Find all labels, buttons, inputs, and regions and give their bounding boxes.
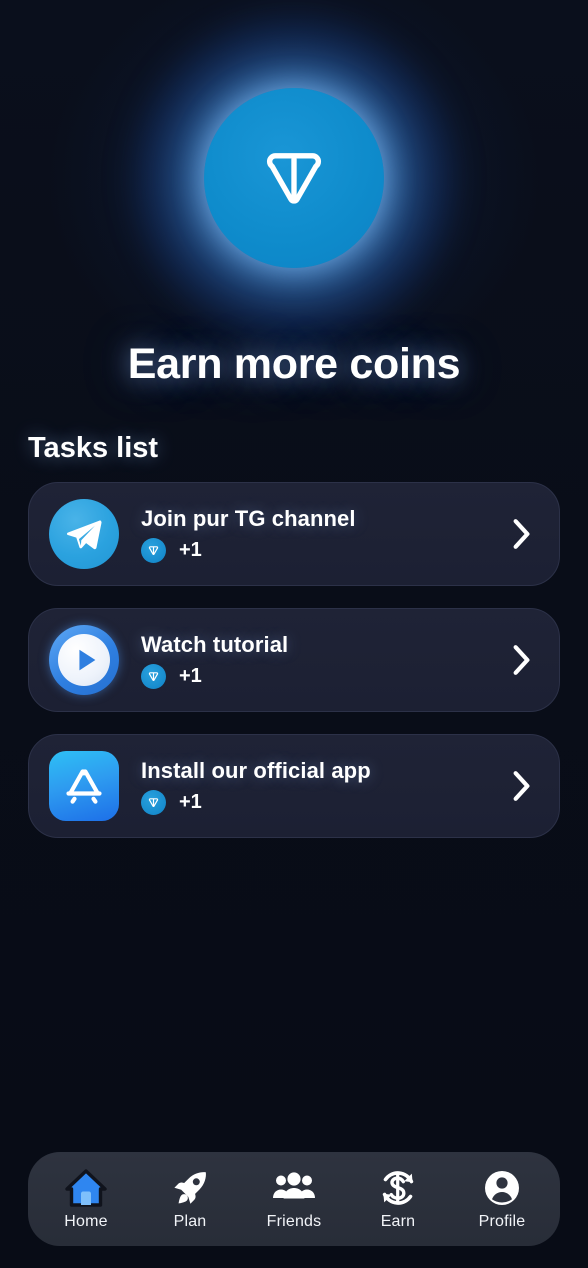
app-store-icon (49, 751, 119, 821)
task-reward: +1 (141, 663, 501, 689)
currency-refresh-icon (378, 1167, 418, 1209)
task-body: Install our official app +1 (119, 758, 501, 815)
task-title: Install our official app (141, 757, 371, 783)
task-icon-wrapper (49, 499, 119, 569)
task-icon-wrapper (49, 751, 119, 821)
task-body: Join pur TG channel +1 (119, 506, 501, 563)
chevron-right-icon[interactable] (501, 643, 541, 677)
chevron-right-icon[interactable] (501, 517, 541, 551)
play-circle-icon (49, 625, 119, 695)
task-card-watch-tutorial[interactable]: Watch tutorial +1 (28, 608, 560, 712)
task-title: Watch tutorial (141, 631, 289, 657)
task-icon-wrapper (49, 625, 119, 695)
task-title: Join pur TG channel (141, 505, 356, 531)
nav-item-profile[interactable]: Profile (456, 1160, 548, 1238)
tasks-list: Join pur TG channel +1 Watch tutorial +1… (28, 482, 560, 838)
task-body: Watch tutorial +1 (119, 632, 501, 689)
nav-label: Friends (266, 1213, 322, 1230)
task-reward-amount: +1 (179, 664, 202, 687)
nav-item-home[interactable]: Home (40, 1160, 132, 1238)
ton-coin-icon (141, 537, 166, 563)
ton-coin-icon (141, 789, 166, 815)
task-card-join-tg-channel[interactable]: Join pur TG channel +1 (28, 482, 560, 586)
nav-label: Earn (380, 1213, 416, 1230)
person-circle-icon (483, 1167, 521, 1209)
task-reward-amount: +1 (179, 538, 202, 561)
task-card-install-official-app[interactable]: Install our official app +1 (28, 734, 560, 838)
task-reward-amount: +1 (179, 790, 202, 813)
page-title: Earn more coins (127, 340, 461, 388)
nav-label: Home (64, 1213, 108, 1230)
nav-label: Plan (173, 1213, 207, 1230)
people-icon (272, 1167, 316, 1209)
telegram-icon (49, 499, 119, 569)
ton-coin-icon (204, 88, 384, 268)
home-icon (65, 1167, 107, 1209)
nav-item-plan[interactable]: Plan (144, 1160, 236, 1238)
rocket-icon (171, 1167, 209, 1209)
task-reward: +1 (141, 537, 501, 563)
play-icon-inner (58, 634, 110, 686)
chevron-right-icon[interactable] (501, 769, 541, 803)
bottom-navigation-bar: Home Plan Friends Earn Profile (28, 1152, 560, 1246)
nav-label: Profile (478, 1213, 526, 1230)
nav-item-earn[interactable]: Earn (352, 1160, 444, 1238)
ton-coin-icon (141, 663, 166, 689)
hero-section (0, 0, 588, 343)
nav-item-friends[interactable]: Friends (248, 1160, 340, 1238)
tasks-heading: Tasks list (28, 432, 159, 464)
task-reward: +1 (141, 789, 501, 815)
app-screen: Earn more coins Tasks list Join pur TG c… (0, 0, 588, 1268)
